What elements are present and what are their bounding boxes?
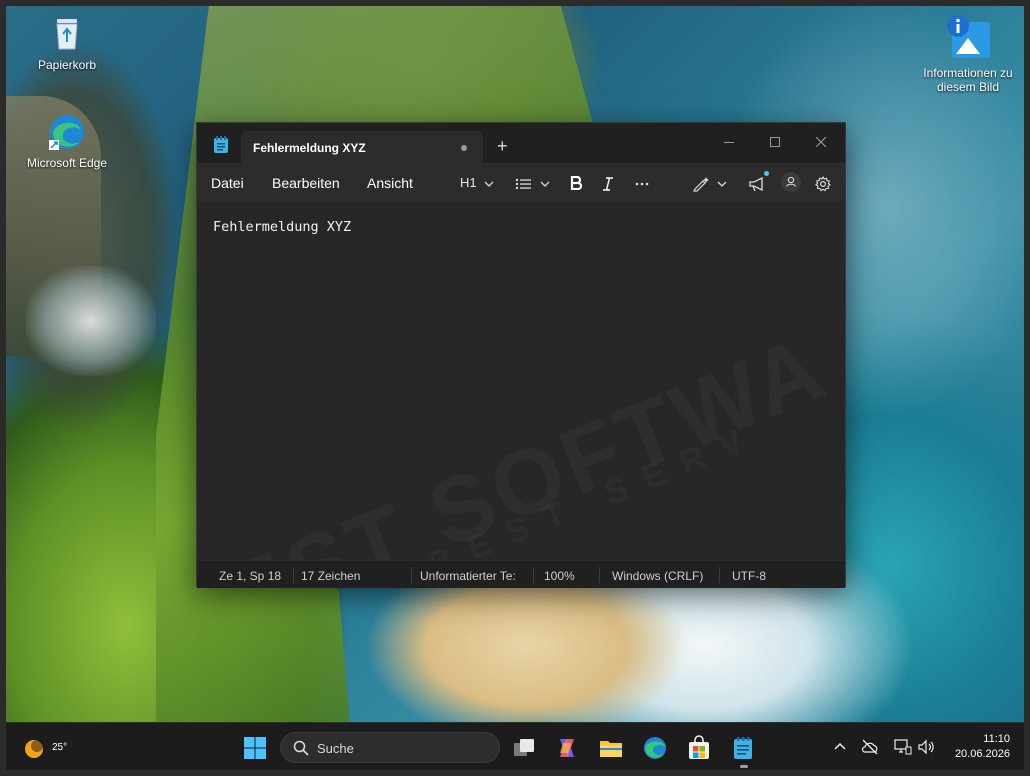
edge-icon: [49, 115, 84, 150]
wallpaper-surf: [26, 266, 156, 376]
info-image-icon: [947, 15, 990, 58]
user-icon: [785, 176, 797, 187]
editor-content: Fehlermeldung XYZ: [213, 219, 352, 235]
pen-sparkle-icon: [693, 176, 709, 192]
maximize-button[interactable]: [753, 129, 797, 155]
notepad-window: Fehlermeldung XYZ + Datei Bearbeiten Ans…: [196, 122, 846, 588]
taskbar: 25° Suche 11:10 20.06.2026: [6, 722, 1024, 770]
desktop-icon-edge[interactable]: Microsoft Edge: [22, 112, 112, 170]
menu-bearbeiten[interactable]: Bearbeiten: [272, 175, 340, 191]
windows-start-icon[interactable]: [242, 735, 268, 761]
desktop-icon-label: Microsoft Edge: [26, 156, 108, 170]
new-tab-button[interactable]: +: [497, 137, 508, 155]
status-separator: [533, 567, 534, 583]
minimize-button[interactable]: [707, 129, 751, 155]
chevron-up-icon[interactable]: [830, 737, 850, 757]
title-bar[interactable]: Fehlermeldung XYZ +: [197, 123, 845, 163]
clock-date: 20.06.2026: [954, 748, 1010, 760]
desktop-icon-image-info[interactable]: Informationen zu diesem Bild: [918, 14, 1018, 94]
status-format[interactable]: Unformatierter Te:: [420, 569, 516, 583]
status-separator: [599, 567, 600, 583]
taskbar-clock[interactable]: 11:10 20.06.2026: [955, 732, 1010, 762]
weather-temperature: 25°: [52, 742, 68, 753]
sun-weather-icon: [25, 740, 43, 758]
weather-widget[interactable]: 25°: [22, 733, 82, 763]
screen: Papierkorb Microsoft Edge Informationen …: [0, 0, 1030, 776]
bulleted-list-icon: [515, 178, 531, 189]
chevron-down-icon: [540, 181, 550, 187]
active-app-indicator: [740, 765, 748, 768]
minimize-icon: [724, 142, 734, 143]
desktop-icon-label: Papierkorb: [37, 58, 97, 72]
settings-button[interactable]: [815, 172, 831, 194]
account-button[interactable]: [781, 172, 801, 192]
chevron-down-icon: [717, 181, 727, 187]
maximize-icon: [770, 137, 780, 147]
status-separator: [719, 567, 720, 583]
bold-icon: [570, 175, 583, 191]
status-separator: [293, 567, 294, 583]
task-view-icon[interactable]: [511, 735, 537, 761]
edge-browser-icon[interactable]: [642, 735, 668, 761]
italic-button[interactable]: [602, 172, 614, 194]
status-separator: [411, 567, 412, 583]
volume-icon[interactable]: [916, 737, 936, 757]
notepad-taskbar-icon[interactable]: [730, 735, 756, 761]
status-encoding: UTF-8: [732, 569, 766, 583]
bold-button[interactable]: [570, 172, 583, 194]
network-icon[interactable]: [892, 737, 912, 757]
heading-dropdown[interactable]: H1: [460, 172, 494, 194]
chevron-down-icon: [484, 181, 494, 187]
notepad-app-icon: [214, 136, 228, 153]
text-editor[interactable]: EST SOFTWA BEST SERV Fehlermeldung XYZ: [197, 201, 845, 560]
copilot-icon[interactable]: [554, 735, 580, 761]
menu-bar: Datei Bearbeiten Ansicht H1: [197, 163, 845, 201]
cloud-offline-icon[interactable]: [860, 737, 880, 757]
announcements-button[interactable]: [748, 172, 766, 194]
tab-title: Fehlermeldung XYZ: [253, 141, 366, 155]
search-label: Suche: [317, 741, 354, 756]
recycle-bin-icon: [56, 19, 78, 50]
file-explorer-icon[interactable]: [598, 735, 624, 761]
status-line-ending: Windows (CRLF): [612, 569, 704, 583]
desktop-icon-label: Informationen zu diesem Bild: [923, 66, 1013, 94]
list-dropdown[interactable]: [515, 172, 550, 194]
unsaved-indicator-icon[interactable]: [461, 145, 467, 151]
menu-datei[interactable]: Datei: [211, 175, 244, 191]
gear-icon: [815, 175, 831, 191]
taskbar-search[interactable]: Suche: [280, 732, 500, 763]
status-zoom[interactable]: 100%: [544, 569, 575, 583]
more-options-button[interactable]: [635, 172, 649, 194]
tab-fehlermeldung[interactable]: Fehlermeldung XYZ: [241, 131, 483, 163]
close-button[interactable]: [799, 129, 843, 155]
heading-dropdown-label: H1: [460, 175, 477, 190]
megaphone-icon: [749, 176, 763, 191]
more-horizontal-icon: [635, 182, 649, 185]
search-icon: [293, 740, 309, 756]
status-bar: Ze 1, Sp 18 17 Zeichen Unformatierter Te…: [197, 560, 845, 588]
menu-ansicht[interactable]: Ansicht: [367, 175, 413, 191]
copilot-write-dropdown[interactable]: [692, 171, 769, 194]
clock-time: 11:10: [983, 733, 1010, 745]
italic-icon: [603, 176, 613, 191]
desktop-icon-recycle-bin[interactable]: Papierkorb: [22, 14, 112, 72]
status-cursor-position: Ze 1, Sp 18: [219, 569, 282, 583]
status-char-count: 17 Zeichen: [301, 569, 361, 583]
close-icon: [815, 136, 827, 148]
microsoft-store-icon[interactable]: [686, 735, 712, 761]
